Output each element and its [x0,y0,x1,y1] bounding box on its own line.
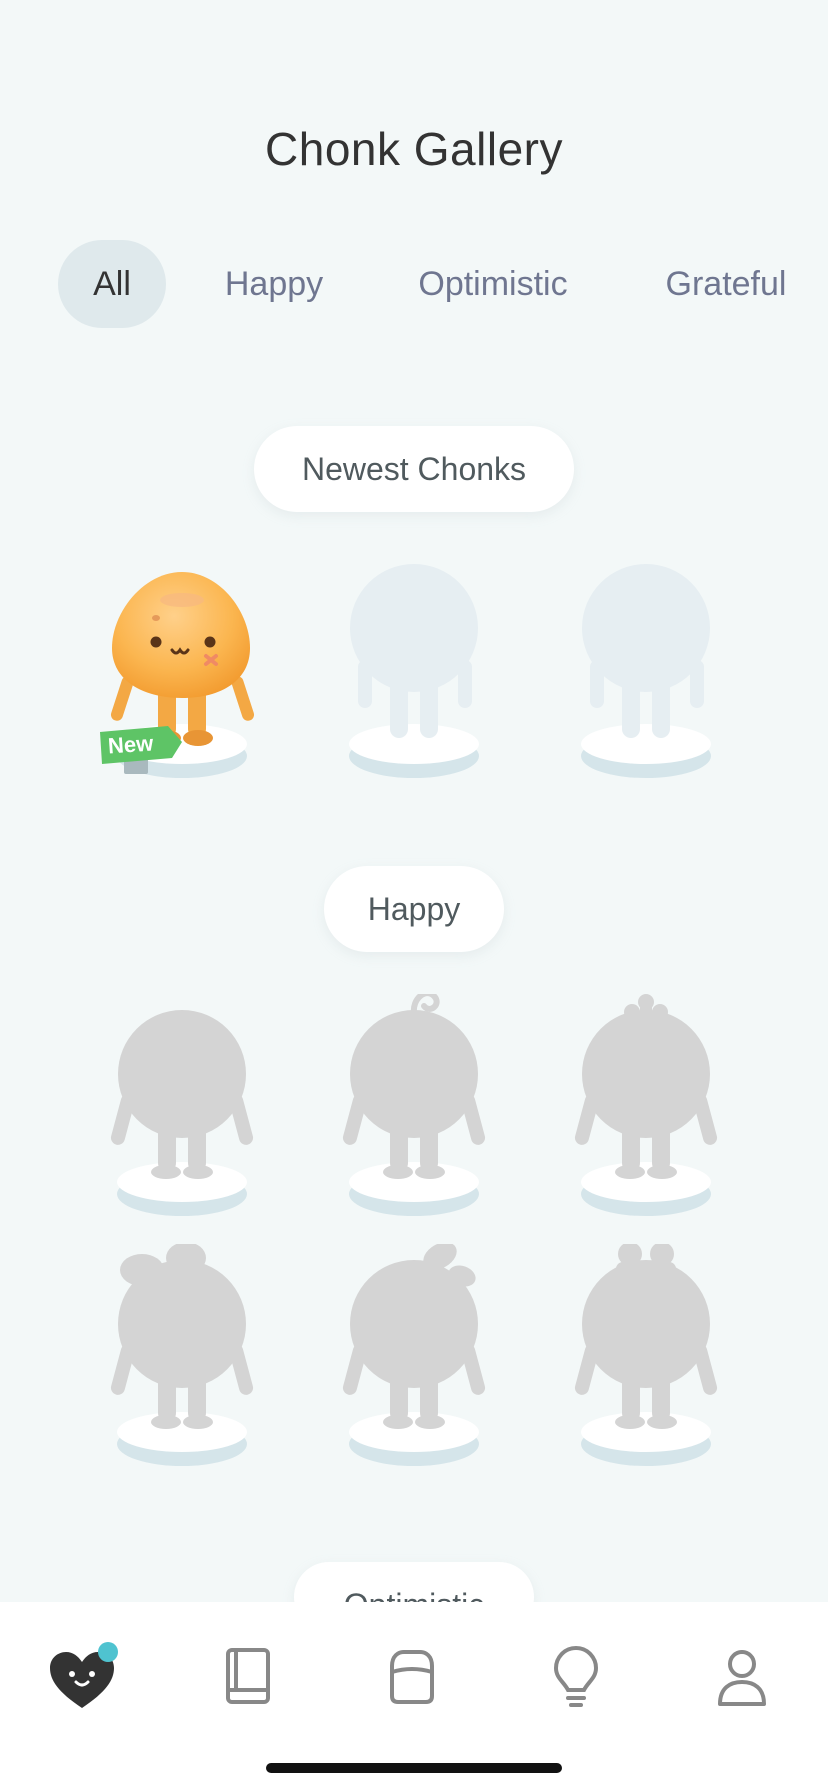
journal-icon [226,1648,270,1704]
tab-all[interactable]: All [58,240,166,328]
nav-journal[interactable] [208,1638,288,1718]
chonk-placeholder[interactable] [334,560,494,790]
chonk-placeholder[interactable] [566,560,726,790]
new-badge: New [96,724,184,776]
chonk-silhouette[interactable] [334,994,494,1224]
page-title: Chonk Gallery [265,123,563,175]
chonk-silhouette[interactable] [566,994,726,1224]
tab-optimistic[interactable]: Optimistic [408,240,578,328]
nav-insights[interactable] [536,1638,616,1718]
notification-dot [98,1642,118,1662]
chonk-silhouette[interactable] [334,1244,494,1474]
home-indicator [266,1763,562,1773]
chonk-silhouette[interactable] [102,1244,262,1474]
section-title-happy: Happy [324,866,504,952]
nav-folder[interactable] [372,1638,452,1718]
section-title-newest: Newest Chonks [254,426,574,512]
folder-icon [390,1650,434,1704]
profile-icon [718,1650,766,1706]
nav-profile[interactable] [702,1638,782,1718]
chonk-silhouette[interactable] [566,1244,726,1474]
tab-grateful[interactable]: Grateful [656,240,796,328]
bottom-nav [0,1602,828,1792]
heart-face-icon [50,1642,118,1708]
tab-happy[interactable]: Happy [214,240,334,328]
new-badge-label: New [107,730,155,759]
chonk-silhouette[interactable] [102,994,262,1224]
lightbulb-icon [553,1645,599,1707]
nav-home[interactable] [42,1638,122,1718]
category-tabs: All Happy Optimistic Grateful [0,240,828,328]
